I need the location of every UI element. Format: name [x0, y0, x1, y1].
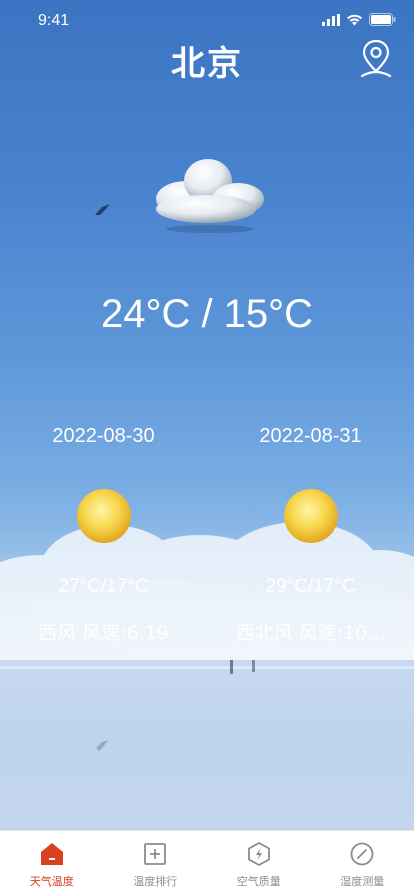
wifi-icon — [347, 14, 362, 25]
forecast-wind: 西北风 风速:10... — [235, 622, 386, 644]
signal-icon — [322, 13, 340, 26]
tab-label: 空气质量 — [236, 875, 281, 888]
tab-label: 温度排行 — [133, 875, 178, 888]
forecast-card: 2022-08-31 29°C/17°C 西北风 风速:10... — [207, 425, 414, 645]
location-pin-icon — [360, 39, 392, 78]
forecast-wind: 西风 风速:6.19 — [38, 622, 169, 644]
tab-label: 湿度测量 — [340, 875, 385, 888]
tab-humidity-measurement[interactable]: 湿度测量 — [311, 831, 414, 896]
page-title: 北京 — [171, 44, 243, 84]
tab-bar: 天气温度 温度排行 空气质量 湿度测量 — [0, 830, 414, 896]
house-icon — [40, 843, 63, 865]
tab-weather-temperature[interactable]: 天气温度 — [0, 831, 104, 896]
forecast-date: 2022-08-31 — [259, 425, 362, 447]
battery-icon — [369, 13, 396, 26]
sun-icon — [76, 489, 131, 543]
forecast-card: 2022-08-30 27°C/17°C 西风 风速:6.19 — [0, 425, 207, 645]
cloud-icon — [156, 159, 264, 233]
bird-icon — [95, 204, 110, 215]
tab-temperature-ranking[interactable]: 温度排行 — [104, 831, 208, 896]
current-temperature: 24°C / 15°C — [100, 292, 314, 336]
forecast-temperature: 29°C/17°C — [265, 576, 356, 597]
status-time: 9:41 — [38, 12, 70, 29]
compass-icon — [350, 842, 374, 866]
sun-icon — [283, 489, 338, 543]
plus-square-icon — [144, 843, 167, 865]
tab-air-quality[interactable]: 空气质量 — [207, 831, 311, 896]
location-button[interactable] — [358, 38, 394, 80]
forecast-temperature: 27°C/17°C — [58, 576, 149, 597]
status-icons — [322, 13, 396, 26]
tab-label: 天气温度 — [29, 875, 74, 888]
bolt-hexagon-icon — [247, 841, 270, 867]
water-reflection — [0, 660, 414, 830]
forecast-date: 2022-08-30 — [52, 425, 155, 447]
